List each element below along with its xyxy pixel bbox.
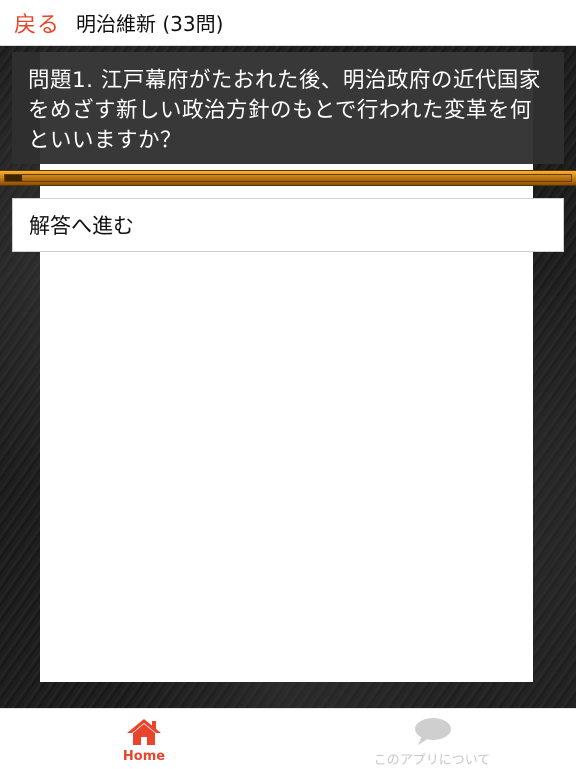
back-button[interactable]: 戻る bbox=[14, 7, 60, 39]
answer-button[interactable]: 解答へ進む bbox=[12, 198, 564, 252]
question-text: 問題1. 江戸幕府がたおれた後、明治政府の近代国家をめざす新しい政治方針のもとで… bbox=[28, 68, 541, 153]
progress-track-inner bbox=[4, 174, 572, 182]
tab-home-label: Home bbox=[122, 749, 166, 764]
tab-home[interactable]: Home bbox=[64, 709, 224, 769]
speech-bubble-icon bbox=[410, 717, 454, 747]
progress-bar bbox=[0, 170, 576, 186]
question-box: 問題1. 江戸幕府がたおれた後、明治政府の近代国家をめざす新しい政治方針のもとで… bbox=[12, 52, 564, 164]
page-title: 明治維新 (33問) bbox=[76, 12, 224, 36]
quiz-background: 問題1. 江戸幕府がたおれた後、明治政府の近代国家をめざす新しい政治方針のもとで… bbox=[0, 46, 576, 708]
home-icon bbox=[125, 717, 163, 747]
tab-about[interactable]: このアプリについて bbox=[352, 709, 512, 769]
app-header: 戻る 明治維新 (33問) bbox=[0, 0, 576, 46]
tab-bar: Home このアプリについて bbox=[0, 708, 576, 768]
tab-about-label: このアプリについて bbox=[373, 753, 491, 768]
progress-fill bbox=[5, 175, 22, 181]
answer-button-label: 解答へ進む bbox=[29, 214, 134, 238]
